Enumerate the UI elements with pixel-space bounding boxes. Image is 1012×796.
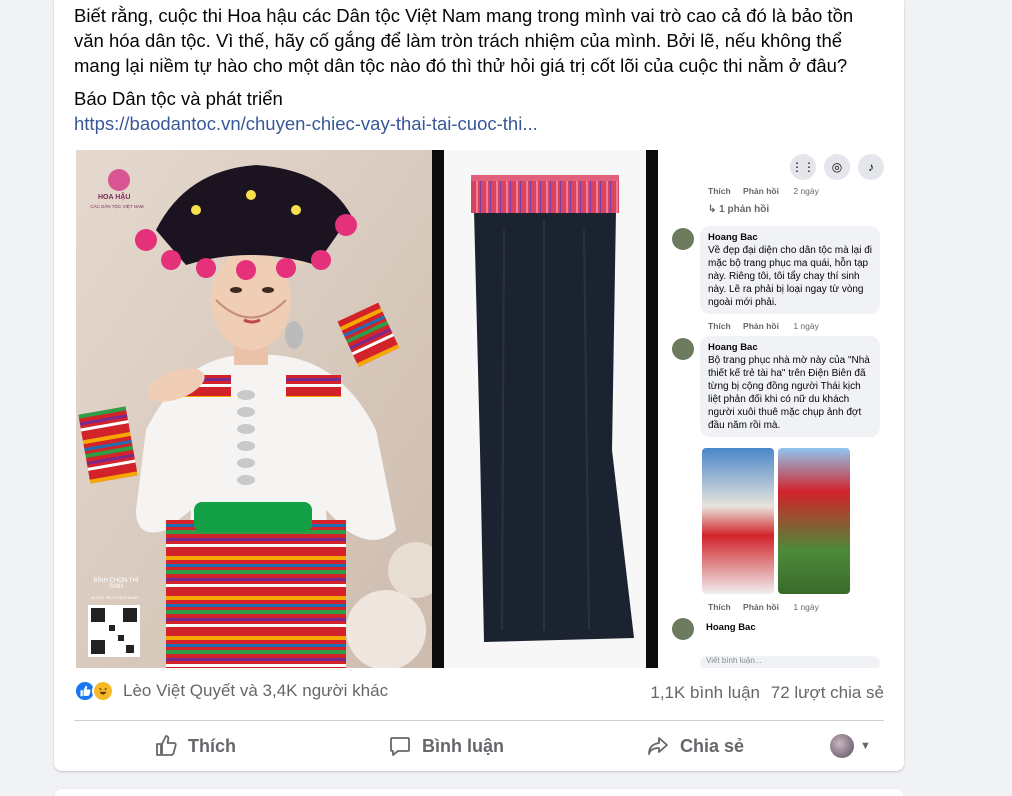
avatar (830, 734, 854, 758)
avatar (672, 618, 694, 640)
bell-icon: ♪ (858, 154, 884, 180)
view-replies-link: ↳ 1 phản hồi (708, 204, 770, 215)
poster-vote-sub: ĐƯỢC YÊU THÍCH NHẤT (91, 595, 139, 600)
comment-photo-2 (778, 448, 850, 594)
next-post-card (54, 789, 904, 796)
like-button[interactable]: Thích (154, 726, 236, 766)
comment-screenshot: ⋮⋮ ◎ ♪ Thích Phản hồi 2 ngày ↳ 1 phản hồ… (658, 150, 884, 668)
thumbs-up-icon (156, 735, 177, 756)
post-source: Báo Dân tộc và phát triển (74, 88, 283, 109)
post-link[interactable]: https://baodantoc.vn/chuyen-chiec-vay-th… (74, 111, 538, 136)
avatar (672, 338, 694, 360)
comment-label: Bình luận (422, 735, 504, 756)
poster-vote-text: BÌNH CHỌN THÍ SINH (93, 578, 139, 590)
haha-reaction-icon (92, 680, 114, 702)
contestant-photo: HOA HẬU CÁC DÂN TỘC VIỆT NAM BÌNH CHỌN T… (76, 150, 432, 668)
caret-down-icon: ▼ (860, 740, 871, 752)
poster-logo-text: HOA HẬU (98, 194, 131, 201)
avatar (672, 228, 694, 250)
reaction-audience-selector[interactable]: ▼ (830, 726, 871, 766)
reactions-text[interactable]: Lèo Việt Quyết và 3,4K người khác (123, 681, 388, 701)
menu-grid-icon: ⋮⋮ (790, 154, 816, 180)
shares-count[interactable]: 72 lượt chia sẻ (771, 683, 884, 702)
post-card: Biết rằng, cuộc thi Hoa hậu các Dân tộc … (54, 0, 904, 771)
comment-meta: Thích Phản hồi 1 ngày (708, 602, 819, 612)
post-image[interactable]: HOA HẬU CÁC DÂN TỘC VIỆT NAM BÌNH CHỌN T… (54, 150, 904, 668)
poster-logo-sub: CÁC DÂN TỘC VIỆT NAM (90, 204, 144, 209)
post-stats: Lèo Việt Quyết và 3,4K người khác 1,1K b… (74, 680, 884, 710)
skirt-photo (444, 150, 646, 668)
messenger-icon: ◎ (824, 154, 850, 180)
comment-input: Viết bình luận... (700, 656, 880, 668)
comment-bubble: Hoang Bac Bộ trang phục nhà mờ này của "… (700, 336, 880, 437)
comments-count[interactable]: 1,1K bình luận (650, 683, 760, 702)
reactions-summary[interactable]: Lèo Việt Quyết và 3,4K người khác (74, 680, 388, 702)
post-actions: Thích Bình luận Chia sẻ ▼ (74, 726, 884, 766)
image-divider (432, 150, 444, 668)
comment-photo-1 (702, 448, 774, 594)
divider (74, 720, 884, 721)
image-divider (646, 150, 658, 668)
comment-meta: Thích Phản hồi 1 ngày (708, 321, 819, 331)
comment-icon (390, 737, 410, 756)
like-label: Thích (188, 735, 236, 756)
comment-author: Hoang Bac (706, 622, 756, 633)
share-button[interactable]: Chia sẻ (646, 726, 744, 766)
share-label: Chia sẻ (680, 735, 745, 756)
comment-button[interactable]: Bình luận (388, 726, 504, 766)
share-icon (648, 737, 668, 755)
post-body: Biết rằng, cuộc thi Hoa hậu các Dân tộc … (74, 5, 854, 76)
comment-bubble: Hoang Bac Về đẹp đại diện cho dân tộc mà… (700, 226, 880, 314)
comment-meta-top: Thích Phản hồi 2 ngày (708, 186, 819, 196)
